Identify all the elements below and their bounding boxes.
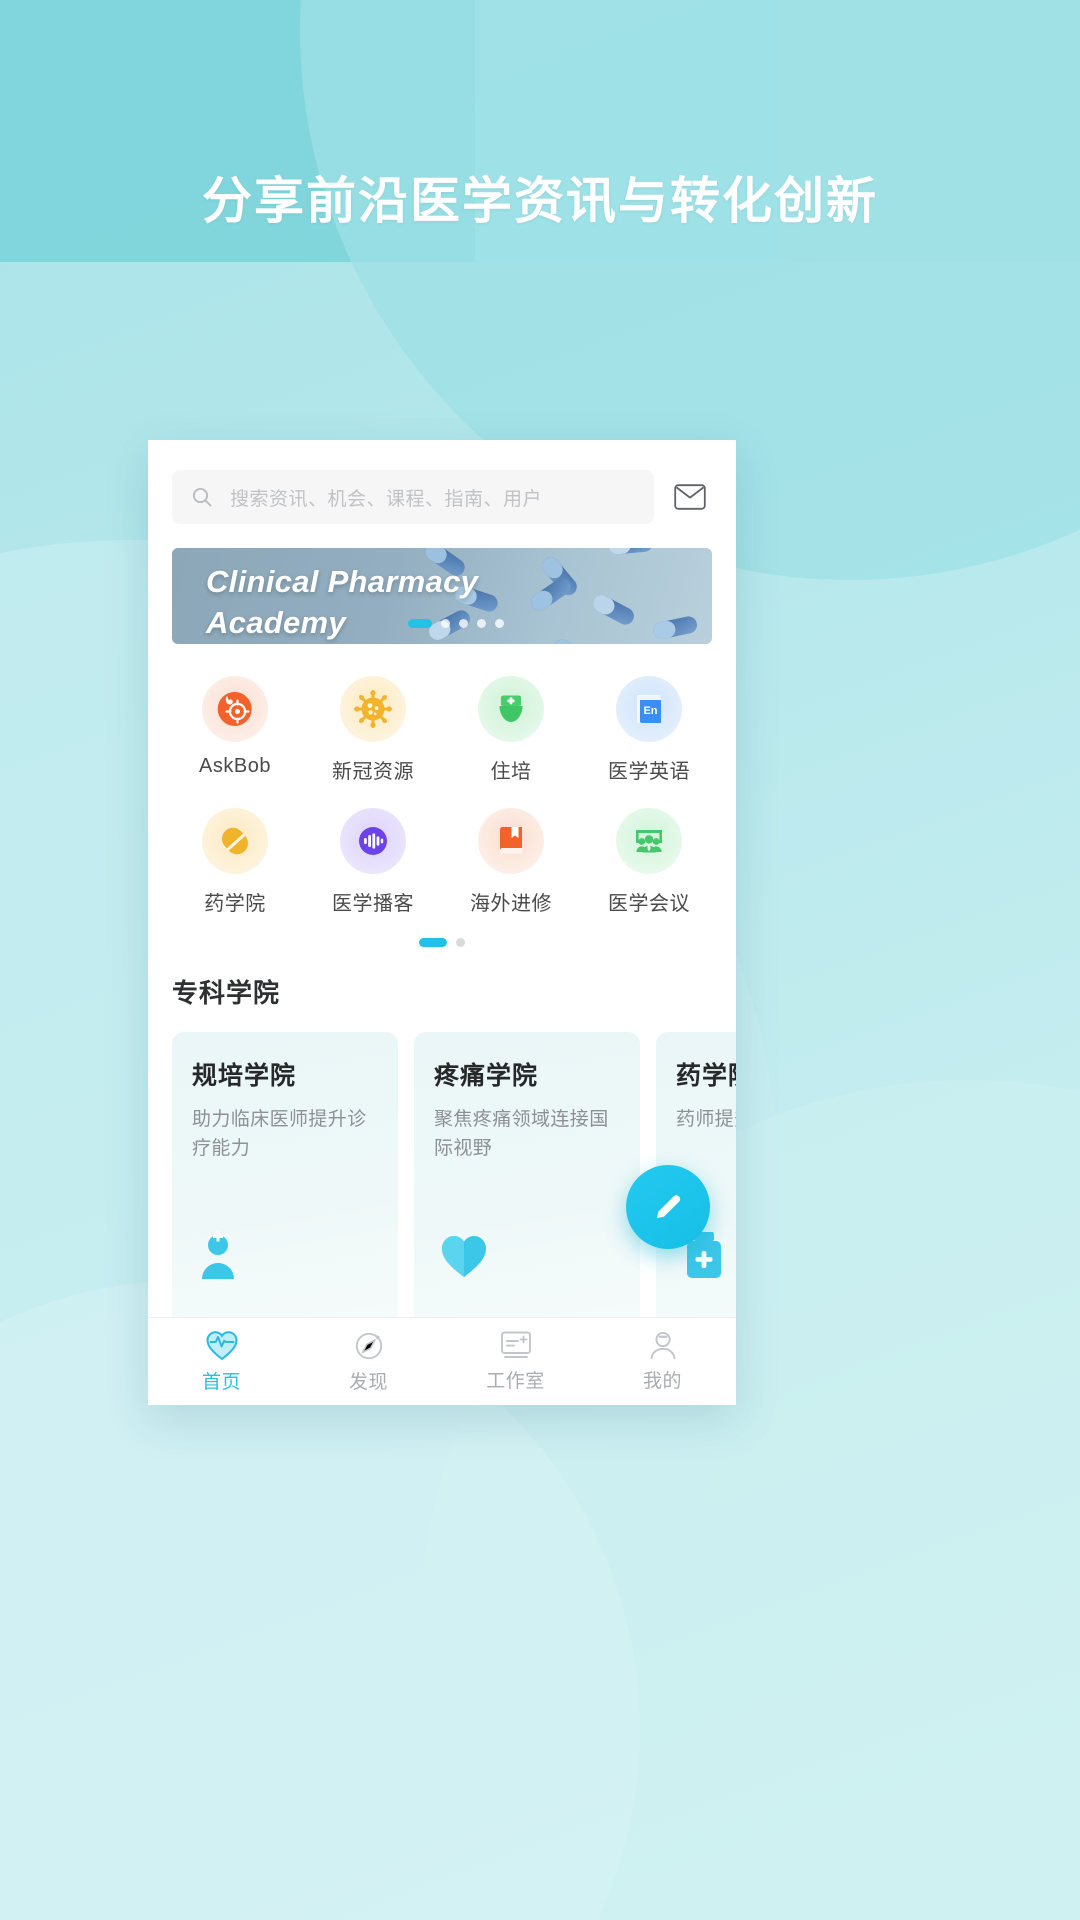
section-title-specialty: 专科学院 <box>172 978 281 1008</box>
heart-pulse-icon <box>205 1331 238 1361</box>
phone-screen: 搜索资讯、机会、课程、指南、用户 Clinical Pharmacy Acade… <box>148 440 736 1405</box>
hero-banner[interactable]: Clinical Pharmacy Academy <box>172 548 712 644</box>
workspace-icon <box>500 1331 531 1358</box>
specialty-card-desc: 聚焦疼痛领域连接国际视野 <box>434 1109 609 1159</box>
askbob-target-icon <box>202 676 268 742</box>
tab-discover[interactable]: 发现 <box>295 1329 442 1394</box>
phone-mockup: 搜索资讯、机会、课程、指南、用户 Clinical Pharmacy Acade… <box>148 440 736 1405</box>
quick-link-residency[interactable]: 住培 <box>442 666 580 784</box>
specialty-card[interactable]: 规培学院 助力临床医师提升诊疗能力 <box>172 1032 398 1328</box>
tab-home[interactable]: 首页 <box>148 1329 295 1394</box>
pencil-edit-icon <box>657 1195 681 1218</box>
search-row: 搜索资讯、机会、课程、指南、用户 <box>148 440 736 524</box>
banner-dot-3[interactable] <box>459 619 468 628</box>
tab-workspace[interactable]: 工作室 <box>442 1330 589 1393</box>
search-placeholder: 搜索资讯、机会、课程、指南、用户 <box>230 488 543 510</box>
tab-label: 发现 <box>348 1372 388 1393</box>
quick-links-page-2[interactable] <box>456 938 465 947</box>
banner-dot-5[interactable] <box>495 619 504 628</box>
specialty-card-title: 疼痛学院 <box>434 1062 539 1090</box>
page-title: 分享前沿医学资讯与转化创新 <box>202 173 878 229</box>
quick-link-podcast[interactable]: 医学播客 <box>304 798 442 916</box>
tab-mine[interactable]: 我的 <box>589 1330 736 1393</box>
quick-links-page-1[interactable] <box>419 938 447 947</box>
quick-link-label: 医学英语 <box>608 761 690 783</box>
tab-label: 我的 <box>642 1371 682 1392</box>
quick-link-label: 药学院 <box>204 893 266 915</box>
tab-label: 首页 <box>201 1372 241 1393</box>
quick-link-label: 新冠资源 <box>332 761 414 783</box>
specialty-card-title: 药学院 <box>676 1062 736 1090</box>
capsule-pill-icon <box>202 808 268 874</box>
banner-title: Clinical Pharmacy Academy <box>206 562 536 644</box>
podcast-waveform-icon <box>340 808 406 874</box>
mail-button[interactable] <box>668 475 712 519</box>
quick-link-covid[interactable]: 新冠资源 <box>304 666 442 784</box>
banner-title-line1: Clinical Pharmacy <box>206 564 479 599</box>
quick-link-medical-english[interactable]: En 医学英语 <box>580 666 718 784</box>
quick-link-label: AskBob <box>199 755 271 777</box>
tab-label: 工作室 <box>486 1371 545 1392</box>
doctor-avatar-icon <box>194 1229 250 1286</box>
person-icon <box>650 1331 675 1360</box>
compass-icon <box>355 1332 382 1360</box>
specialty-card[interactable]: 疼痛学院 聚焦疼痛领域连接国际视野 <box>414 1032 640 1328</box>
specialty-card-title: 规培学院 <box>192 1062 297 1090</box>
quick-links-grid: AskBob 新冠资源 住培 En 医学英语 药学院 医学播客 海外进修 医学会… <box>148 644 736 916</box>
conference-people-icon <box>616 808 682 874</box>
quick-link-askbob[interactable]: AskBob <box>166 666 304 784</box>
search-input[interactable]: 搜索资讯、机会、课程、指南、用户 <box>172 470 654 524</box>
quick-link-overseas[interactable]: 海外进修 <box>442 798 580 916</box>
banner-dot-1[interactable] <box>408 619 432 628</box>
specialty-card-desc: 助力临床医师提升诊疗能力 <box>192 1109 367 1159</box>
banner-dot-4[interactable] <box>477 619 486 628</box>
english-book-icon: En <box>616 676 682 742</box>
quick-links-pagination[interactable] <box>148 938 736 947</box>
nurse-cap-icon <box>478 676 544 742</box>
compose-fab-button[interactable] <box>626 1165 710 1249</box>
mail-icon <box>674 484 706 510</box>
virus-icon <box>340 676 406 742</box>
search-icon <box>192 487 212 507</box>
quick-link-label: 医学会议 <box>608 893 690 915</box>
quick-link-label: 海外进修 <box>470 893 552 915</box>
quick-link-pharmacy-academy[interactable]: 药学院 <box>166 798 304 916</box>
quick-link-conference[interactable]: 医学会议 <box>580 798 718 916</box>
quick-link-label: 住培 <box>490 761 532 783</box>
svg-text:En: En <box>643 705 657 717</box>
specialty-card-desc: 药师提升医疗服务 <box>676 1109 736 1130</box>
heart-icon <box>436 1229 492 1286</box>
bottom-tab-bar: 首页 发现 工作室 我的 <box>148 1317 736 1405</box>
banner-pagination-dots[interactable] <box>408 619 504 628</box>
bookmark-book-icon <box>478 808 544 874</box>
banner-dot-2[interactable] <box>441 619 450 628</box>
quick-link-label: 医学播客 <box>332 893 414 915</box>
